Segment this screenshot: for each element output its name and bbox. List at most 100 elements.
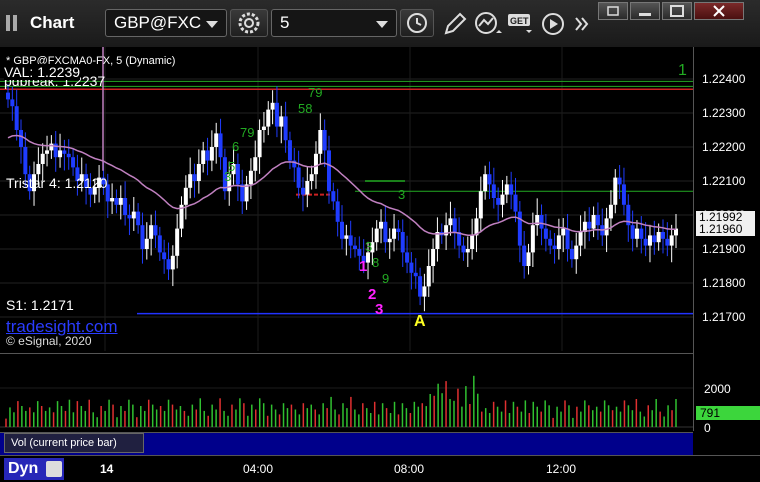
candle-body xyxy=(630,225,635,239)
time-button[interactable] xyxy=(400,9,434,37)
time-tick-0400: 04:00 xyxy=(243,462,274,476)
candle-body xyxy=(387,238,392,243)
volume-study-tab[interactable]: Vol (current price bar) xyxy=(4,433,144,453)
candle-body xyxy=(470,235,475,249)
candle-body xyxy=(313,153,318,175)
price-tick-label: 1.22100 xyxy=(702,174,746,188)
draw-pencil-button[interactable] xyxy=(440,11,468,37)
dynamic-button[interactable]: Dyn xyxy=(4,458,64,480)
candle-body xyxy=(19,130,24,147)
minimize-button[interactable] xyxy=(630,2,660,20)
candle-body xyxy=(396,228,401,232)
candle-body xyxy=(418,276,423,297)
candle-body xyxy=(136,211,141,226)
candle-body xyxy=(266,109,271,127)
volume-chart-svg[interactable] xyxy=(0,354,693,432)
price-axis[interactable]: 1.224001.223001.222001.221001.220001.219… xyxy=(693,47,760,435)
chevron-down-icon[interactable] xyxy=(376,21,388,28)
marker-3: 3 xyxy=(375,301,384,318)
price-tick-label: 1.22400 xyxy=(702,72,746,86)
vol-tick-2000: 2000 xyxy=(704,382,731,396)
candle-body xyxy=(634,228,639,239)
count-mark-label: 3 xyxy=(365,239,372,254)
candle-body xyxy=(543,228,548,239)
candle-body xyxy=(175,228,180,256)
pencil-icon xyxy=(444,12,467,35)
volume-pane[interactable] xyxy=(0,353,693,432)
candle-body xyxy=(504,184,509,195)
count-mark-label: 58 xyxy=(298,101,312,116)
candle-body xyxy=(379,221,384,229)
candle-body xyxy=(6,92,10,100)
candle-body xyxy=(118,198,123,205)
price-chart-pane[interactable]: 79 58 79 6 5 3 3 8 9 3 * GBP@FXCMA0-FX, 5 (Dynami… xyxy=(0,47,693,351)
count-mark-label: 3 xyxy=(224,169,231,184)
candle-body xyxy=(348,235,353,246)
candle-body xyxy=(149,225,154,239)
symbol-select[interactable]: GBP@FXC xyxy=(105,9,227,37)
studies-button[interactable] xyxy=(474,11,504,37)
candle-body xyxy=(405,252,410,263)
time-tick-0800: 08:00 xyxy=(394,462,425,476)
candle-body xyxy=(166,259,171,270)
time-axis[interactable]: Dyn 14 04:00 08:00 12:00 xyxy=(0,455,760,482)
s1-label: S1: 1.2171 xyxy=(6,297,74,313)
overflow-button[interactable] xyxy=(570,11,594,37)
line-chart-icon xyxy=(475,12,502,34)
interval-select[interactable]: 5 xyxy=(271,9,397,37)
candle-body xyxy=(340,221,344,239)
candle-body xyxy=(392,228,397,239)
symbol-value: GBP@FXC xyxy=(114,13,202,32)
candle-body xyxy=(127,215,132,219)
candle-body xyxy=(326,150,331,192)
candle-body xyxy=(604,218,609,236)
lock-icon[interactable] xyxy=(46,461,62,477)
candle-body xyxy=(201,150,206,164)
candle-body xyxy=(465,249,470,253)
candle-body xyxy=(10,99,15,107)
candle-body xyxy=(461,245,466,253)
candle-body xyxy=(14,106,19,130)
candle-body xyxy=(218,133,223,158)
candle-body xyxy=(483,174,488,192)
candle-body xyxy=(214,133,219,147)
candle-body xyxy=(513,194,518,212)
last-volume-badge: 791 xyxy=(696,406,760,420)
candle-body xyxy=(608,204,613,219)
candle-body xyxy=(478,191,483,219)
dynamic-label: Dyn xyxy=(8,460,39,477)
maximize-button[interactable] xyxy=(662,2,692,20)
chart-grip-icon[interactable] xyxy=(6,15,20,31)
candle-body xyxy=(487,174,492,185)
candle-body xyxy=(283,116,288,141)
candle-body xyxy=(569,249,574,260)
candle-body xyxy=(309,174,314,181)
candle-body xyxy=(209,147,214,161)
candle-body xyxy=(287,140,292,161)
candle-body xyxy=(322,130,327,151)
candle-body xyxy=(45,150,50,154)
candle-body xyxy=(526,252,531,266)
copyright-label: © eSignal, 2020 xyxy=(6,334,92,348)
price-chart-svg[interactable]: 7958796533893 xyxy=(0,47,693,351)
candle-body xyxy=(574,245,579,260)
candle-body xyxy=(205,150,210,161)
green-level-marker: 1 xyxy=(678,62,687,79)
chevron-down-icon[interactable] xyxy=(206,21,218,28)
candle-body xyxy=(517,211,522,246)
candle-body xyxy=(426,266,431,287)
time-tick-1200: 12:00 xyxy=(546,462,577,476)
close-icon xyxy=(713,5,725,17)
play-button[interactable] xyxy=(540,11,566,37)
candle-body xyxy=(383,221,388,243)
close-button[interactable] xyxy=(694,2,744,20)
candle-body xyxy=(192,174,197,181)
restore-button[interactable] xyxy=(598,2,628,20)
settings-button[interactable] xyxy=(230,9,268,37)
tristar-label: Tristar 4: 1.2120 xyxy=(6,175,108,191)
candle-body xyxy=(23,147,28,175)
clock-icon xyxy=(407,13,427,33)
candle-body xyxy=(647,235,652,246)
get-data-button[interactable]: GET xyxy=(507,11,537,37)
candle-body xyxy=(153,225,158,236)
